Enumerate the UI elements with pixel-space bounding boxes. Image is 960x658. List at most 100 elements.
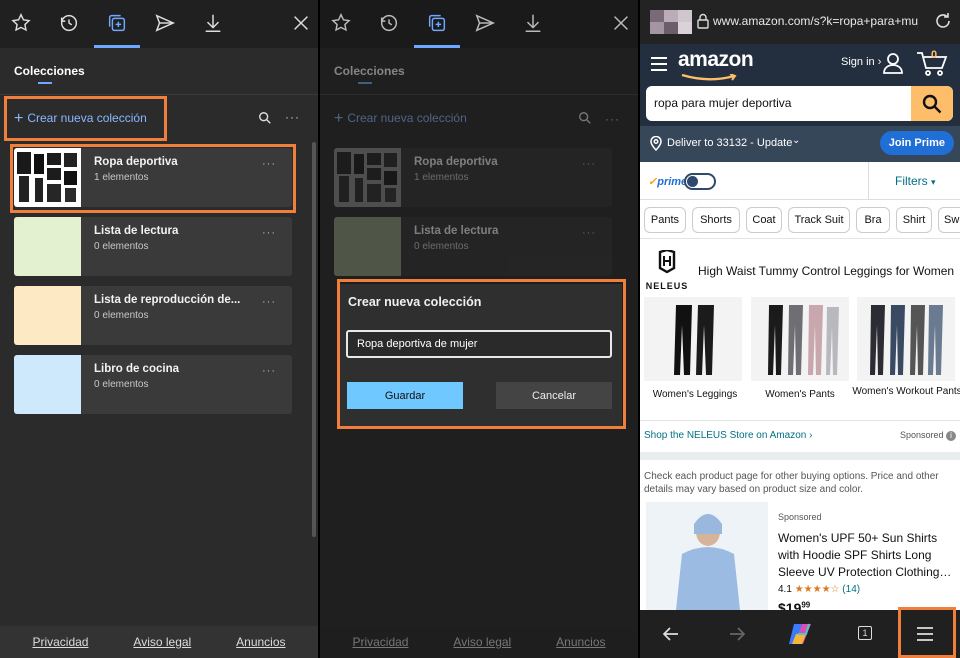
amazon-header: amazon Sign in › 0 ropa para mujer depor… — [640, 44, 960, 126]
new-collection-label: Crear nueva colección — [347, 111, 467, 125]
product-image[interactable] — [644, 297, 742, 381]
history-icon[interactable] — [378, 12, 400, 34]
collection-more-icon[interactable]: ··· — [262, 296, 276, 308]
download-icon[interactable] — [202, 12, 224, 34]
more-options-icon[interactable]: ··· — [285, 110, 300, 124]
plus-icon: + — [334, 110, 344, 127]
filters-button[interactable]: Filters ▾ — [895, 174, 936, 188]
collection-thumbnail — [334, 217, 401, 276]
collection-thumbnail — [14, 217, 81, 276]
result-rating[interactable]: 4.1 ★★★★☆ (14) — [778, 584, 860, 595]
collection-more-icon[interactable]: ··· — [262, 227, 276, 239]
product-label[interactable]: Women's Leggings — [640, 389, 750, 400]
heading-underline — [358, 82, 372, 84]
active-tab-indicator — [94, 45, 140, 48]
review-count: (14) — [842, 584, 861, 595]
brand-title[interactable]: High Waist Tummy Control Leggings for Wo… — [698, 264, 954, 278]
chip-shorts[interactable]: Shorts — [692, 207, 740, 233]
menu-icon[interactable] — [914, 623, 936, 645]
collection-name: Lista de reproducción de... — [94, 294, 241, 306]
shop-store-link[interactable]: Shop the NELEUS Store on Amazon › — [644, 430, 812, 441]
brand-logo-text: NELEUS — [645, 281, 689, 291]
legal-link[interactable]: Aviso legal — [453, 635, 511, 649]
ads-link[interactable]: Anuncios — [236, 635, 285, 649]
result-product-image[interactable] — [646, 502, 768, 610]
star-icon[interactable] — [330, 12, 352, 34]
star-icon[interactable] — [10, 12, 32, 34]
privacy-link[interactable]: Privacidad — [352, 635, 408, 649]
plus-icon: + — [14, 110, 24, 127]
divider — [320, 94, 638, 95]
collections-icon[interactable] — [426, 12, 448, 34]
profile-avatar[interactable] — [650, 10, 694, 34]
history-icon[interactable] — [58, 12, 80, 34]
collection-card[interactable]: Lista de lectura 0 elementos ··· — [14, 217, 292, 276]
search-input[interactable]: ropa para mujer deportiva — [654, 96, 791, 110]
refresh-icon[interactable] — [933, 11, 953, 31]
amazon-smile-icon — [681, 74, 737, 81]
brand-logo[interactable]: NELEUS — [644, 248, 690, 291]
chip-pants[interactable]: Pants — [644, 207, 686, 233]
scrollbar[interactable] — [312, 142, 316, 537]
privacy-link[interactable]: Privacidad — [32, 635, 88, 649]
collections-heading: Colecciones — [334, 64, 405, 78]
collection-more-icon[interactable]: ··· — [262, 365, 276, 377]
chip-track-suit[interactable]: Track Suit — [788, 207, 850, 233]
star-rating-icon: ★★★★☆ — [794, 584, 840, 595]
collection-count: 0 elementos — [94, 310, 149, 321]
filters-label: Filters — [895, 174, 928, 188]
share-icon[interactable] — [154, 12, 176, 34]
product-label[interactable]: Women's Pants — [745, 389, 855, 400]
search-box[interactable]: ropa para mujer deportiva — [646, 86, 953, 121]
back-icon[interactable] — [660, 623, 682, 645]
new-collection-button[interactable]: + Crear nueva colección — [14, 110, 147, 128]
panel-toolbar — [0, 0, 318, 48]
info-icon[interactable]: i — [946, 431, 956, 441]
close-icon[interactable] — [610, 12, 632, 34]
collection-name-input[interactable]: Ropa deportiva de mujer — [346, 330, 612, 358]
tab-count-icon[interactable]: 1 — [858, 626, 872, 640]
search-icon[interactable] — [258, 111, 272, 125]
collections-icon[interactable] — [106, 12, 128, 34]
collection-more-icon[interactable]: ··· — [262, 158, 276, 170]
new-collection-button: + Crear nueva colección — [334, 110, 467, 128]
product-image[interactable] — [751, 297, 849, 381]
sign-in-link[interactable]: Sign in › — [841, 56, 881, 68]
chip-coat[interactable]: Coat — [746, 207, 782, 233]
search-button[interactable] — [911, 86, 953, 121]
chip-bra[interactable]: Bra — [856, 207, 890, 233]
share-icon[interactable] — [474, 12, 496, 34]
url-text[interactable]: www.amazon.com/s?k=ropa+para+muj — [713, 14, 918, 28]
search-icon — [922, 94, 942, 113]
search-icon — [578, 111, 592, 125]
chevron-down-icon: ▾ — [931, 177, 936, 187]
chip-sw[interactable]: Sw — [938, 207, 960, 233]
product-image[interactable] — [857, 297, 955, 381]
result-title[interactable]: Women's UPF 50+ Sun Shirts with Hoodie S… — [778, 530, 954, 581]
collection-card[interactable]: Ropa deportiva 1 elementos ··· — [14, 148, 292, 207]
close-icon[interactable] — [290, 12, 312, 34]
collection-card[interactable]: Libro de cocina 0 elementos ··· — [14, 355, 292, 414]
prime-toggle[interactable] — [684, 173, 716, 190]
ads-link[interactable]: Anuncios — [556, 635, 605, 649]
prime-label: ✓prime — [648, 176, 688, 188]
menu-icon[interactable] — [650, 56, 668, 72]
deliver-bar[interactable]: Deliver to 33132 - Update ⌄ Join Prime — [640, 126, 960, 162]
collection-count: 0 elementos — [94, 379, 149, 390]
join-prime-button[interactable]: Join Prime — [879, 131, 954, 155]
account-icon[interactable] — [882, 52, 904, 74]
collection-thumbnail — [334, 148, 401, 207]
new-collection-label: Crear nueva colección — [27, 111, 147, 125]
save-button[interactable]: Guardar — [347, 382, 463, 409]
chip-shirt[interactable]: Shirt — [896, 207, 932, 233]
new-collection-dialog: Crear nueva colección Ropa deportiva de … — [340, 284, 622, 426]
filter-row: ✓prime Filters ▾ — [640, 162, 960, 200]
amazon-logo[interactable]: amazon — [678, 48, 754, 72]
product-label[interactable]: Women's Workout Pants — [852, 386, 960, 398]
forward-icon[interactable] — [726, 623, 748, 645]
cancel-button[interactable]: Cancelar — [496, 382, 612, 409]
download-icon[interactable] — [522, 12, 544, 34]
collection-card[interactable]: Lista de reproducción de... 0 elementos … — [14, 286, 292, 345]
copilot-icon[interactable] — [786, 620, 814, 648]
legal-link[interactable]: Aviso legal — [133, 635, 191, 649]
